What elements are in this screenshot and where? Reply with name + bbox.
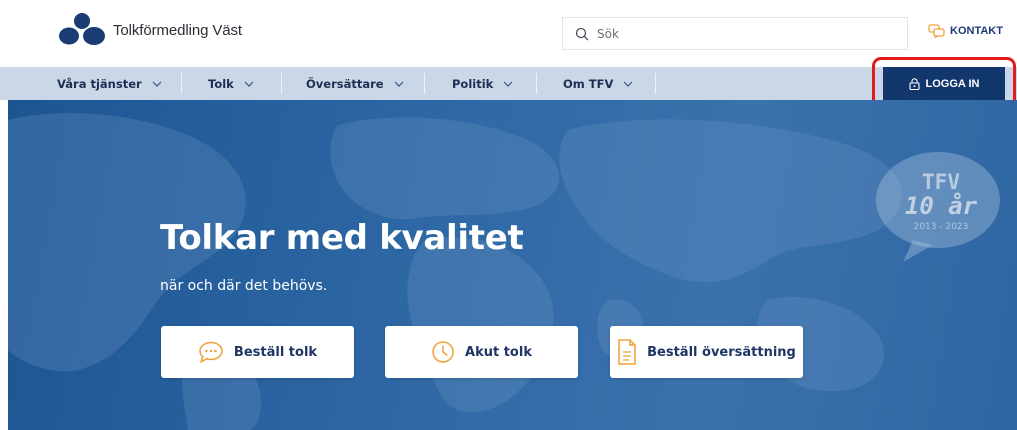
anniversary-badge: TFV 10 år 2013 - 2023 — [875, 158, 1007, 258]
order-translation-button[interactable]: Beställ översättning — [610, 326, 803, 378]
brand-name: Tolkförmedling Väst — [113, 21, 242, 39]
urgent-interpreter-label: Akut tolk — [465, 344, 532, 360]
login-button[interactable]: LOGGA IN — [883, 67, 1005, 100]
world-map-background — [8, 112, 1000, 430]
nav-item-label: Tolk — [208, 76, 234, 91]
nav-item-politik[interactable]: Politik — [452, 67, 513, 100]
nav-item-oversattare[interactable]: Översättare — [306, 67, 404, 100]
hero-banner: TFV 10 år 2013 - 2023 Tolkar med kvalite… — [8, 100, 1017, 430]
nav-item-label: Våra tjänster — [57, 76, 142, 91]
nav-divider — [536, 73, 537, 94]
chevron-down-icon — [152, 81, 162, 87]
badge-line-1: TFV — [922, 170, 960, 194]
document-icon — [618, 339, 636, 365]
search-input[interactable] — [597, 26, 887, 41]
hero-subtitle: när och där det behövs. — [160, 278, 328, 294]
speech-bubble-icon — [199, 341, 223, 363]
nav-item-vara-tjanster[interactable]: Våra tjänster — [57, 67, 162, 100]
chevron-down-icon — [394, 81, 404, 87]
lock-icon — [908, 77, 920, 90]
chevron-down-icon — [244, 81, 254, 87]
nav-item-tolk[interactable]: Tolk — [208, 67, 254, 100]
contact-label: KONTAKT — [950, 25, 1003, 37]
chevron-down-icon — [623, 81, 633, 87]
hero-title: Tolkar med kvalitet — [160, 218, 524, 258]
contact-link[interactable]: KONTAKT — [928, 24, 1003, 38]
nav-divider — [181, 73, 182, 94]
login-label: LOGGA IN — [925, 77, 980, 90]
brand-logo-icon — [59, 13, 105, 45]
chevron-down-icon — [503, 81, 513, 87]
badge-line-3: 2013 - 2023 — [913, 222, 969, 232]
order-interpreter-button[interactable]: Beställ tolk — [161, 326, 354, 378]
nav-divider — [424, 73, 425, 94]
badge-line-2: 10 år — [904, 192, 978, 220]
urgent-interpreter-button[interactable]: Akut tolk — [385, 326, 578, 378]
main-nav: Våra tjänster Tolk Översättare Politik O… — [0, 67, 1017, 100]
nav-divider — [655, 73, 656, 94]
search-box[interactable] — [562, 17, 908, 50]
nav-item-label: Översättare — [306, 76, 384, 91]
chat-bubbles-icon — [928, 24, 945, 38]
brand-logo[interactable]: Tolkförmedling Väst — [57, 12, 242, 48]
order-interpreter-label: Beställ tolk — [233, 344, 318, 360]
top-bar: Tolkförmedling Väst KONTAKT — [0, 0, 1017, 67]
nav-item-label: Om TFV — [563, 76, 614, 91]
clock-icon — [432, 341, 454, 363]
nav-divider — [281, 73, 282, 94]
search-icon — [575, 27, 589, 40]
nav-item-om-tfv[interactable]: Om TFV — [563, 67, 633, 100]
nav-item-label: Politik — [452, 76, 494, 91]
order-translation-label: Beställ översättning — [647, 344, 796, 360]
